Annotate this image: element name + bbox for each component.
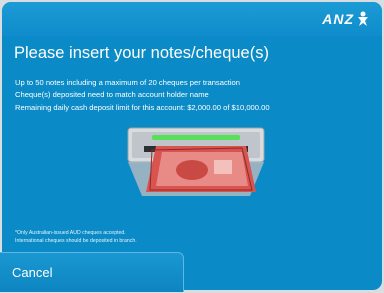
info-line-daily-limit: Remaining daily cash deposit limit for t…	[15, 102, 270, 112]
atm-screen: ANZ Please insert your notes/cheque(s) U…	[2, 2, 382, 290]
anz-person-icon	[358, 11, 368, 26]
cancel-button[interactable]: Cancel	[0, 252, 184, 292]
footnote-line-international: International cheques should be deposite…	[15, 238, 137, 244]
anz-logo: ANZ	[322, 11, 370, 27]
cheque-footnote: *Only Australian-issued AUD cheques acce…	[15, 229, 137, 245]
deposit-info: Up to 50 notes including a maximum of 20…	[15, 77, 375, 114]
footnote-line-aud: *Only Australian-issued AUD cheques acce…	[15, 230, 126, 236]
page-title: Please insert your notes/cheque(s)	[14, 44, 269, 62]
cash-deposit-slot-icon	[127, 127, 265, 196]
info-line-notes-limit: Up to 50 notes including a maximum of 20…	[15, 78, 240, 87]
info-line-name-match: Cheque(s) deposited need to match accoun…	[15, 90, 209, 100]
logo-text: ANZ	[322, 11, 354, 27]
header-bar: ANZ	[2, 2, 382, 36]
